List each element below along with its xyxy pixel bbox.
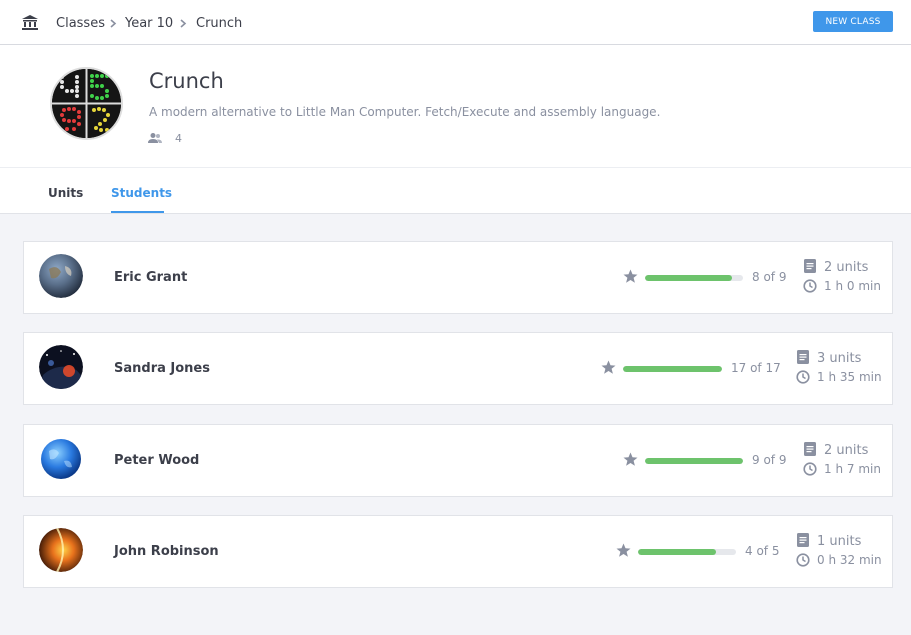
top-bar: Classes Year 10 Crunch NEW CLASS	[0, 0, 911, 45]
student-name[interactable]: Eric Grant	[114, 270, 187, 285]
class-logo	[50, 67, 123, 140]
tab-students[interactable]: Students	[111, 186, 172, 200]
tab-bar: Units Students	[0, 168, 911, 214]
progress-bar-fill	[645, 275, 733, 281]
student-card[interactable]: Peter Wood 9 of 9 2 units 1 h 7 min	[23, 424, 893, 497]
document-icon	[797, 533, 809, 547]
clock-icon	[803, 462, 817, 476]
document-icon	[804, 259, 816, 273]
class-description: A modern alternative to Little Man Compu…	[149, 105, 661, 119]
class-title: Crunch	[149, 69, 224, 93]
star-icon	[616, 543, 631, 557]
chevron-right-icon	[110, 19, 117, 28]
units-count: 2 units	[824, 443, 869, 458]
members-count: 4	[175, 132, 182, 145]
document-icon	[797, 350, 809, 364]
avatar	[39, 254, 83, 298]
units-count: 2 units	[824, 260, 869, 275]
progress-score: 4 of 5	[745, 544, 780, 558]
time-spent: 1 h 0 min	[824, 279, 881, 293]
student-name[interactable]: Sandra Jones	[114, 361, 210, 376]
progress-bar-fill	[623, 366, 722, 372]
class-header: Crunch A modern alternative to Little Ma…	[0, 45, 911, 168]
document-icon	[804, 442, 816, 456]
progress-score: 17 of 17	[731, 361, 781, 375]
star-icon	[623, 452, 638, 466]
breadcrumb-year[interactable]: Year 10	[125, 16, 173, 31]
chevron-right-icon	[180, 19, 187, 28]
breadcrumb-current: Crunch	[196, 16, 243, 31]
time-spent: 0 h 32 min	[817, 553, 882, 567]
student-name[interactable]: John Robinson	[114, 544, 219, 559]
progress-score: 8 of 9	[752, 270, 787, 284]
student-card[interactable]: Eric Grant 8 of 9 2 units 1 h 0 min	[23, 241, 893, 314]
progress-bar	[623, 366, 722, 372]
breadcrumb-classes[interactable]: Classes	[56, 16, 105, 31]
avatar	[39, 345, 83, 389]
progress-bar-fill	[638, 549, 717, 555]
clock-icon	[796, 553, 810, 567]
units-count: 3 units	[817, 351, 862, 366]
student-name[interactable]: Peter Wood	[114, 453, 199, 468]
clock-icon	[803, 279, 817, 293]
clock-icon	[796, 370, 810, 384]
progress-bar-fill	[645, 458, 743, 464]
progress-score: 9 of 9	[752, 453, 787, 467]
progress-bar	[638, 549, 736, 555]
bank-icon[interactable]	[22, 15, 38, 30]
units-count: 1 units	[817, 534, 862, 549]
tab-units[interactable]: Units	[48, 186, 83, 200]
star-icon	[601, 360, 616, 374]
progress-bar	[645, 458, 743, 464]
progress-bar	[645, 275, 743, 281]
avatar	[39, 528, 83, 572]
new-class-button[interactable]: NEW CLASS	[813, 11, 893, 32]
users-icon	[148, 133, 162, 143]
avatar	[39, 437, 83, 481]
star-icon	[623, 269, 638, 283]
time-spent: 1 h 7 min	[824, 462, 881, 476]
student-card[interactable]: Sandra Jones 17 of 17 3 units 1 h 35 min	[23, 332, 893, 405]
active-tab-indicator	[111, 211, 164, 213]
time-spent: 1 h 35 min	[817, 370, 882, 384]
student-card[interactable]: John Robinson 4 of 5 1 units 0 h 32 min	[23, 515, 893, 588]
